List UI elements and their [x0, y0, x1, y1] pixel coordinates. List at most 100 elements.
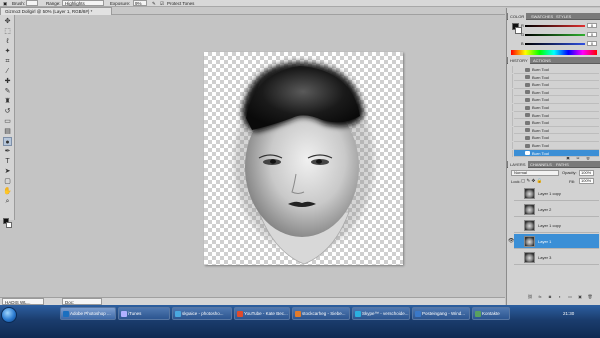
history-item[interactable]: Burn Tool: [514, 81, 599, 89]
eraser-tool-icon[interactable]: ▭: [3, 117, 12, 126]
layer-row[interactable]: Layer 1: [514, 234, 599, 249]
exposure-field[interactable]: 9%: [133, 0, 147, 6]
healing-brush-tool-icon[interactable]: ✚: [3, 77, 12, 86]
new-layer-icon[interactable]: ▣: [577, 294, 583, 299]
delete-layer-icon[interactable]: 🗑: [587, 294, 593, 299]
layer-row[interactable]: Layer 3: [514, 250, 599, 265]
tab-layers[interactable]: LAYERS: [508, 161, 528, 168]
history-brush-source-toggle[interactable]: [508, 126, 513, 134]
crop-tool-icon[interactable]: ⌗: [3, 57, 12, 66]
pen-tool-icon[interactable]: ✒: [3, 147, 12, 156]
burn-tool-icon[interactable]: ▣: [3, 0, 7, 6]
tab-paths[interactable]: PATHS: [554, 161, 571, 168]
green-value[interactable]: 0: [587, 32, 597, 37]
color-spectrum-bar[interactable]: [511, 50, 597, 55]
document-info[interactable]: Doc: 1.40M/11.4M: [62, 298, 102, 312]
history-item[interactable]: Burn Tool: [514, 66, 599, 74]
history-item[interactable]: Burn Tool: [514, 142, 599, 150]
red-slider[interactable]: [525, 25, 585, 27]
clone-stamp-tool-icon[interactable]: ♜: [3, 97, 12, 106]
layer-visibility-eye-icon[interactable]: [508, 250, 513, 265]
airbrush-icon[interactable]: ✎: [152, 0, 156, 6]
history-brush-source-toggle[interactable]: [508, 119, 513, 127]
eyedropper-tool-icon[interactable]: ⁄: [3, 67, 12, 76]
history-brush-source-toggle[interactable]: [508, 149, 513, 157]
history-item[interactable]: Burn Tool: [514, 89, 599, 97]
fill-field[interactable]: 100%: [579, 178, 594, 184]
protect-tones-checkbox[interactable]: ☑: [160, 0, 164, 6]
shape-tool-icon[interactable]: ▢: [3, 177, 12, 186]
history-brush-source-toggle[interactable]: [508, 66, 513, 73]
layer-visibility-eye-icon[interactable]: [508, 186, 513, 201]
burn-tool-icon[interactable]: ●: [3, 137, 12, 146]
history-brush-source-toggle[interactable]: [508, 88, 513, 96]
type-tool-icon[interactable]: T: [3, 157, 12, 166]
blue-value[interactable]: 0: [587, 41, 597, 46]
tab-swatches[interactable]: SWATCHES: [529, 13, 555, 20]
document-tab[interactable]: Gizmo3 Dollgirl @ 50% (Layer 1, RGB/8#) …: [0, 7, 112, 15]
brush-picker[interactable]: [26, 0, 38, 6]
tab-color[interactable]: COLOR: [508, 13, 527, 20]
history-brush-source-toggle[interactable]: [508, 104, 513, 111]
brush-tool-icon[interactable]: ✎: [3, 87, 12, 96]
history-brush-source-toggle[interactable]: [508, 134, 513, 142]
taskbar-button[interactable]: Kontakte: [472, 307, 510, 320]
gradient-tool-icon[interactable]: ▤: [3, 127, 12, 136]
history-item[interactable]: Burn Tool: [514, 74, 599, 82]
tab-history[interactable]: HISTORY: [508, 57, 530, 64]
move-tool-icon[interactable]: ✥: [3, 17, 12, 26]
taskbar-button[interactable]: stockcarheg - Siebe...: [292, 307, 350, 320]
layer-mask-icon[interactable]: ◙: [547, 294, 553, 299]
history-item[interactable]: Burn Tool: [514, 119, 599, 127]
background-color-swatch[interactable]: [6, 222, 12, 228]
blend-mode-select[interactable]: Normal: [511, 170, 559, 176]
history-item[interactable]: Burn Tool: [514, 96, 599, 104]
lock-icons[interactable]: ▢ ✎ ✥ 🔒: [521, 178, 542, 184]
tab-actions[interactable]: ACTIONS: [531, 57, 553, 64]
history-brush-source-toggle[interactable]: [508, 73, 513, 81]
taskbar-button[interactable]: Adobe Photoshop ...: [60, 307, 116, 320]
blue-slider[interactable]: [525, 43, 585, 45]
history-item[interactable]: Burn Tool: [514, 127, 599, 135]
lasso-tool-icon[interactable]: ℓ: [3, 37, 12, 46]
layer-style-icon[interactable]: fx: [537, 294, 543, 299]
tab-channels[interactable]: CHANNELS: [528, 161, 554, 168]
history-item[interactable]: Burn Tool: [514, 104, 599, 112]
taskbar-button[interactable]: skpaice - photosho...: [172, 307, 232, 320]
history-brush-source-toggle[interactable]: [508, 96, 513, 104]
magic-wand-tool-icon[interactable]: ✦: [3, 47, 12, 56]
red-value[interactable]: 0: [587, 23, 597, 28]
path-selection-tool-icon[interactable]: ➤: [3, 167, 12, 176]
layer-visibility-eye-icon[interactable]: [508, 202, 513, 217]
range-select[interactable]: Highlights: [62, 0, 104, 6]
marquee-tool-icon[interactable]: ⬚: [3, 27, 12, 36]
layer-row[interactable]: Layer 1 copy: [514, 218, 599, 233]
history-brush-tool-icon[interactable]: ↺: [3, 107, 12, 116]
taskbar-button[interactable]: Posteingang - Wind...: [412, 307, 470, 320]
layer-visibility-eye-icon[interactable]: [508, 218, 513, 233]
history-brush-source-toggle[interactable]: [508, 142, 513, 149]
layer-visibility-eye-icon[interactable]: 👁: [508, 234, 514, 249]
zoom-tool-icon[interactable]: ⌕: [3, 197, 12, 206]
history-item[interactable]: Burn Tool: [514, 134, 599, 142]
green-slider[interactable]: [525, 34, 585, 36]
zoom-field[interactable]: HADIS WL...: [2, 298, 44, 305]
history-brush-source-toggle[interactable]: [508, 111, 513, 119]
new-group-icon[interactable]: ▭: [567, 294, 573, 299]
taskbar-button[interactable]: YouTube - Kate Bec...: [234, 307, 290, 320]
start-button[interactable]: [1, 307, 17, 323]
opacity-field[interactable]: 100%: [579, 170, 594, 176]
taskbar-button[interactable]: Skype™ - verschoide...: [352, 307, 410, 320]
history-item[interactable]: Burn Tool: [514, 149, 599, 158]
taskbar-button[interactable]: iTunes: [118, 307, 170, 320]
history-item[interactable]: Burn Tool: [514, 112, 599, 120]
hand-tool-icon[interactable]: ✋: [3, 187, 12, 196]
link-layers-icon[interactable]: ⛓: [527, 294, 533, 299]
layer-row[interactable]: Layer 1 copy: [514, 186, 599, 201]
tab-styles[interactable]: STYLES: [554, 13, 573, 20]
adjustment-layer-icon[interactable]: ◐: [557, 294, 563, 299]
clock[interactable]: 21:30: [563, 311, 574, 316]
history-brush-source-toggle[interactable]: [508, 81, 513, 89]
document-canvas[interactable]: [204, 52, 403, 265]
layer-row[interactable]: Layer 2: [514, 202, 599, 217]
